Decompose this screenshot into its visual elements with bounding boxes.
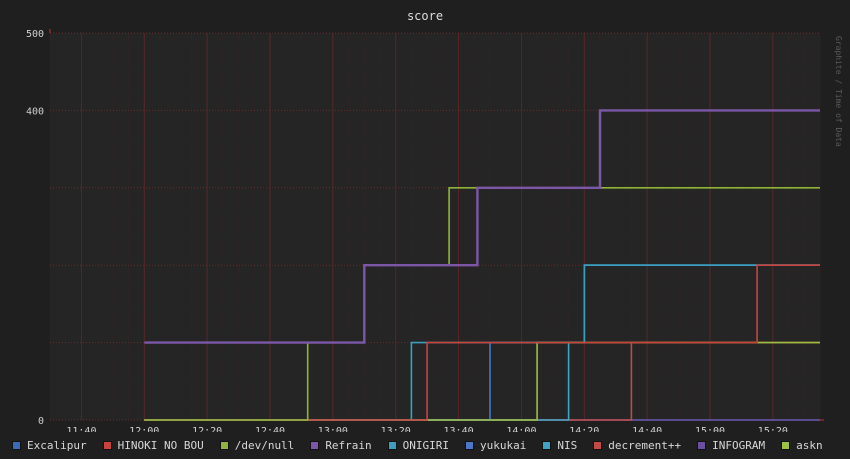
x-tick-label: 12:40 xyxy=(255,426,285,432)
legend-label: yukukai xyxy=(480,438,527,452)
legend-item: INFOGRAM xyxy=(697,439,765,452)
score-chart: score Graphite / Time of Data 0 400 500 11:40… xyxy=(26,9,843,432)
legend-item: askn xyxy=(781,439,823,452)
x-tick-label: 14:00 xyxy=(506,426,536,432)
legend: Excalipur HINOKI NO BOU/dev/null Refrain ON… xyxy=(12,436,842,454)
legend-item: ONIGIRI xyxy=(387,438,450,452)
legend-label: INFOGRAM xyxy=(712,438,766,452)
x-tick-label: 15:00 xyxy=(695,426,725,432)
legend-label: ONIGIRI xyxy=(402,438,450,452)
legend-swatch xyxy=(465,440,475,450)
legend-label: /dev/null xyxy=(234,438,295,452)
legend-swatch xyxy=(781,440,791,450)
x-tick-label: 12:00 xyxy=(129,426,159,432)
x-tick-label: 13:40 xyxy=(444,426,474,432)
legend-item: NIS xyxy=(542,439,577,452)
y-tick-label: 500 xyxy=(26,29,44,40)
legend-label: Excalipur xyxy=(27,438,87,452)
legend-label: decrement++ xyxy=(608,438,682,452)
x-tick-label: 11:40 xyxy=(66,426,96,432)
plot-area xyxy=(50,33,820,420)
legend-label: NIS xyxy=(557,438,578,452)
legend-label: askn xyxy=(796,438,823,452)
legend-swatch xyxy=(219,440,229,450)
x-tick-label: 13:00 xyxy=(318,426,348,432)
y-tick-label: 0 xyxy=(38,416,44,427)
legend-item: /dev/null xyxy=(219,438,295,452)
y-tick-label: 400 xyxy=(26,106,44,117)
x-tick-label: 14:20 xyxy=(569,426,599,432)
legend-item: Refrain xyxy=(310,438,372,452)
legend-swatch xyxy=(310,440,320,450)
chart-title: score xyxy=(407,9,443,23)
legend-label: HINOKI NO BOU xyxy=(117,438,204,452)
x-tick-label: 14:40 xyxy=(632,426,662,432)
x-tick-label: 12:20 xyxy=(192,426,222,432)
legend-swatch xyxy=(102,440,112,450)
legend-swatch xyxy=(593,440,603,450)
legend-swatch xyxy=(542,440,552,450)
legend-swatch xyxy=(387,440,397,450)
legend-swatch xyxy=(697,440,707,450)
legend-label: Refrain xyxy=(325,438,372,452)
legend-item: decrement++ xyxy=(593,439,681,452)
watermark-text: Graphite / Time of Data xyxy=(834,36,843,147)
legend-item: yukukai xyxy=(465,439,526,452)
x-tick-label: 15:20 xyxy=(758,426,788,432)
legend-item: Excalipur xyxy=(12,439,87,452)
legend-item: HINOKI NO BOU xyxy=(102,438,204,452)
graph-panel: score Graphite / Time of Data 0 400 500 11:40… xyxy=(0,0,850,459)
x-tick-label: 13:20 xyxy=(381,426,411,432)
legend-swatch xyxy=(12,440,21,450)
